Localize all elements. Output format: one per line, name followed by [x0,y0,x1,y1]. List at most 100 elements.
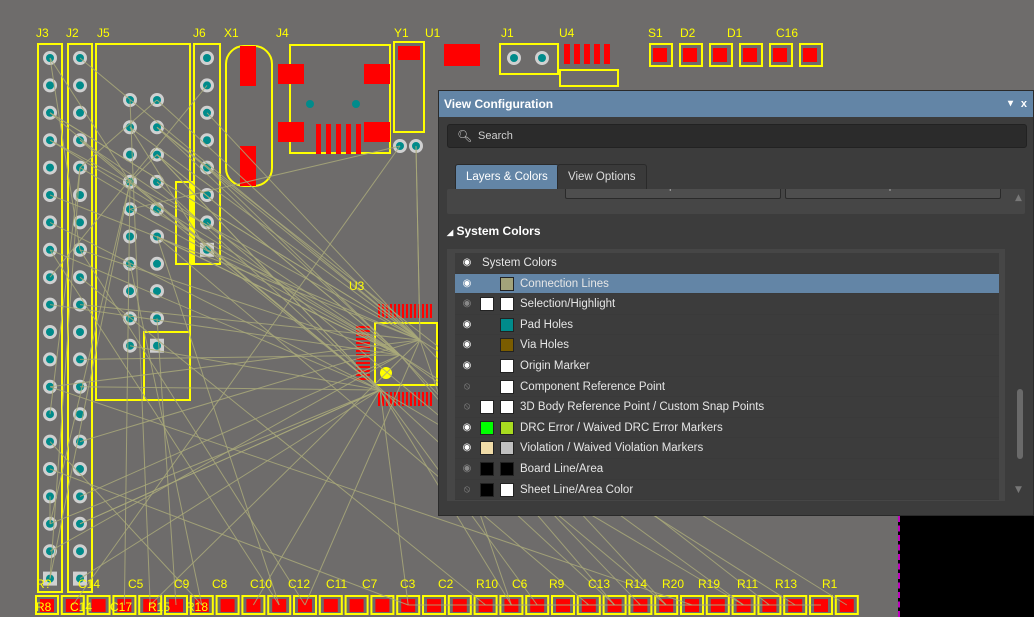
designator-label: U4 [559,26,575,40]
tab-view-options[interactable]: View Options [557,164,647,189]
list-item[interactable]: ⦸ Sheet Line/Area Color [455,479,999,501]
color-swatch[interactable] [500,461,514,476]
list-item[interactable]: ◉ Via Holes [455,335,999,356]
color-swatch[interactable] [500,297,514,312]
panel-menu-icon[interactable]: ▾ [1008,91,1013,117]
list-item[interactable]: ⦸ Component Reference Point [455,376,999,398]
list-item[interactable]: ◉ Board Line/Area [455,458,999,480]
ic-outline [559,69,619,87]
system-colors-list: ◉ System Colors ◉ Connection Lines ◉ Selecti… [447,249,1005,501]
smd-pad [364,64,390,84]
designator-label: U3 [349,279,365,293]
pad-hole [76,81,84,90]
search-placeholder: Search [478,130,513,142]
list-item-label: Component Reference Point [520,380,666,393]
smd-pad [410,392,412,406]
eye-hidden-icon[interactable]: ⦸ [460,377,474,397]
eye-hidden-icon[interactable]: ⦸ [460,397,474,417]
eye-hidden-icon[interactable]: ⦸ [460,480,474,500]
color-swatch[interactable] [500,276,514,291]
pad-hole [126,232,134,241]
connection-line [156,318,177,606]
tab-layers-colors[interactable]: Layers & Colors [455,164,559,189]
pad-hole [46,328,54,336]
color-swatch[interactable] [480,461,494,476]
eye-icon[interactable]: ◉ [460,315,474,335]
designator-label: R20 [662,577,684,591]
smd-pad [349,599,364,612]
color-swatch[interactable] [480,400,494,415]
import-button[interactable]: Import [565,189,781,199]
color-swatch[interactable] [500,420,514,435]
eye-icon[interactable]: ◉ [460,253,474,273]
color-swatch[interactable] [500,358,514,373]
export-button[interactable]: Export [785,189,1001,199]
smd-pad [594,44,600,64]
smd-pad [278,64,304,84]
scrollbar[interactable]: ▲ ▼ [1013,189,1027,499]
list-header: ◉ System Colors [455,253,999,274]
list-item-label: 3D Body Reference Point / Custom Snap Po… [520,401,765,414]
list-item[interactable]: ◉ Violation / Waived Violation Markers [455,438,999,459]
eye-icon[interactable]: ◉ [460,418,474,438]
list-item[interactable]: ◉ Selection/Highlight [455,294,999,315]
designator-label: R9 [549,577,565,591]
designator-label: X1 [224,26,239,40]
list-item[interactable]: ⦸ 3D Body Reference Point / Custom Snap P… [455,397,999,418]
connection-line [129,127,208,251]
color-swatch[interactable] [480,441,494,456]
list-item[interactable]: ◉ Pad Holes [455,314,999,336]
connection-line [129,345,381,391]
list-item[interactable]: ◉ DRC Error / Waived DRC Error Markers [455,417,999,439]
color-swatch[interactable] [480,482,494,497]
color-swatch[interactable] [500,441,514,456]
pad-hole [76,465,84,473]
designator-label: R1 [822,577,838,591]
scroll-down-icon[interactable]: ▼ [1015,485,1022,495]
designator-label: R8 [36,600,52,614]
smd-pad [653,48,667,62]
list-item-label: Violation / Waived Violation Markers [520,442,704,455]
color-swatch[interactable] [500,338,514,353]
pad-hole [76,108,84,117]
smd-pad [430,392,432,406]
eye-icon[interactable]: ◉ [460,438,474,458]
scrollbar-thumb[interactable] [1017,389,1023,459]
designator-label: R19 [698,577,720,591]
color-swatch[interactable] [500,482,514,497]
designator-label: C17 [110,600,132,614]
color-swatch[interactable] [500,317,514,332]
collapse-icon[interactable]: ◢ [447,228,453,237]
designator-label: R10 [476,577,498,591]
eye-icon[interactable]: ◉ [460,356,474,376]
color-swatch[interactable] [500,400,514,415]
smd-pad [743,48,757,62]
smd-pad [323,599,338,612]
smd-pad [713,48,727,62]
smd-pad [564,44,570,64]
eye-icon[interactable]: ◉ [460,274,474,294]
eye-icon[interactable]: ◉ [460,335,474,355]
pad-hole [153,341,161,350]
connection-line [156,236,280,606]
color-swatch[interactable] [480,420,494,435]
list-item[interactable]: ◉ Connection Lines [455,273,999,295]
list-item-label: Pad Holes [520,318,574,331]
search-input[interactable]: 🔍︎ Search [447,124,1027,148]
color-swatch[interactable] [500,379,514,394]
designator-label: J1 [501,26,514,40]
pad-hole [46,81,54,90]
close-icon[interactable]: x [1021,91,1027,117]
section-system-colors[interactable]: ◢ System Colors [447,224,541,238]
eye-icon[interactable]: ◉ [460,459,474,479]
connection-line [49,194,421,341]
scroll-up-icon[interactable]: ▲ [1015,193,1022,203]
color-swatch[interactable] [480,297,494,312]
smd-pad [410,304,412,318]
eye-icon[interactable]: ◉ [460,294,474,314]
list-item[interactable]: ◉ Origin Marker [455,355,999,377]
designator-label: D1 [727,26,743,40]
smd-pad [356,124,361,154]
connection-line [49,468,409,606]
list-header-label: System Colors [482,257,557,269]
